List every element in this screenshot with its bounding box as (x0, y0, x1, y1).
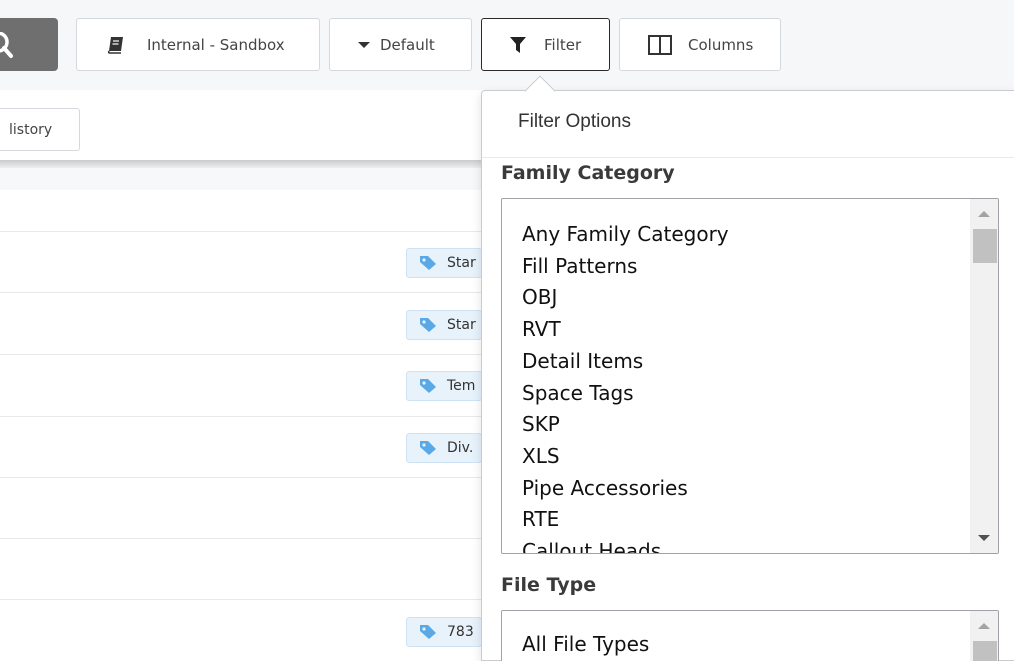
tag-icon (419, 255, 437, 271)
option-skp[interactable]: SKP (522, 409, 729, 441)
row-divider (0, 292, 482, 293)
columns-label: Columns (688, 35, 754, 54)
history-button[interactable]: listory (0, 108, 80, 151)
file-type-options: All File Types (522, 629, 649, 661)
tag-icon (419, 440, 437, 456)
scroll-up-arrow-icon[interactable] (970, 615, 998, 637)
table-header-shadow (0, 160, 482, 168)
scroll-up-arrow-icon[interactable] (970, 203, 998, 225)
option-pipe-accessories[interactable]: Pipe Accessories (522, 473, 729, 505)
tag-label: 783 (447, 624, 474, 640)
option-any-family-category[interactable]: Any Family Category (522, 219, 729, 251)
category-tag[interactable]: Star (406, 310, 482, 340)
table-header (0, 168, 482, 190)
toolbar: Internal - Sandbox Default Filter Column… (0, 0, 1014, 90)
family-category-label: Family Category (501, 162, 675, 184)
tag-label: Div. (447, 440, 474, 456)
funnel-icon (510, 36, 526, 54)
option-callout-heads[interactable]: Callout Heads (522, 536, 729, 553)
tag-label: Star (447, 317, 476, 333)
filter-label: Filter (544, 35, 582, 54)
filter-popover: Filter Options Family Category Any Famil… (481, 90, 1014, 661)
view-selector[interactable]: Default (329, 18, 472, 71)
workspace-selector[interactable]: Internal - Sandbox (76, 18, 320, 71)
scrollbar-thumb[interactable] (973, 229, 997, 263)
book-icon (107, 36, 125, 54)
tag-icon (419, 378, 437, 394)
row-divider (0, 354, 482, 355)
file-type-label: File Type (501, 574, 597, 596)
scrollbar-thumb[interactable] (973, 641, 997, 661)
option-rte[interactable]: RTE (522, 504, 729, 536)
columns-icon (648, 34, 672, 55)
option-space-tags[interactable]: Space Tags (522, 378, 729, 410)
option-all-file-types[interactable]: All File Types (522, 629, 649, 661)
scroll-down-arrow-icon[interactable] (970, 527, 998, 549)
row-divider (0, 538, 482, 539)
family-category-options: Any Family Category Fill Patterns OBJ RV… (522, 219, 729, 553)
row-divider (0, 231, 482, 232)
tag-label: Star (447, 255, 476, 271)
tag-label: Tem (447, 378, 476, 394)
category-tag[interactable]: Star (406, 248, 482, 278)
row-divider (0, 477, 482, 478)
workspace-label: Internal - Sandbox (147, 35, 285, 54)
file-type-select[interactable]: All File Types (501, 610, 999, 661)
category-tag[interactable]: Tem (406, 371, 482, 401)
caret-down-icon (358, 41, 370, 49)
popover-divider (482, 157, 1014, 158)
option-fill-patterns[interactable]: Fill Patterns (522, 251, 729, 283)
search-button[interactable] (0, 18, 58, 71)
view-label: Default (380, 35, 435, 54)
family-category-scrollbar[interactable] (970, 199, 998, 553)
row-divider (0, 599, 482, 600)
history-label: listory (9, 121, 53, 138)
row-divider (0, 416, 482, 417)
option-obj[interactable]: OBJ (522, 282, 729, 314)
search-icon (0, 32, 13, 58)
option-rvt[interactable]: RVT (522, 314, 729, 346)
tag-icon (419, 624, 437, 640)
filter-button[interactable]: Filter (481, 18, 610, 71)
columns-button[interactable]: Columns (619, 18, 781, 71)
file-type-scrollbar[interactable] (970, 611, 998, 661)
category-tag[interactable]: 783 (406, 617, 482, 647)
tag-icon (419, 317, 437, 333)
option-detail-items[interactable]: Detail Items (522, 346, 729, 378)
category-tag[interactable]: Div. (406, 433, 482, 463)
popover-title: Filter Options (518, 111, 631, 132)
option-xls[interactable]: XLS (522, 441, 729, 473)
family-category-select[interactable]: Any Family Category Fill Patterns OBJ RV… (501, 198, 999, 554)
